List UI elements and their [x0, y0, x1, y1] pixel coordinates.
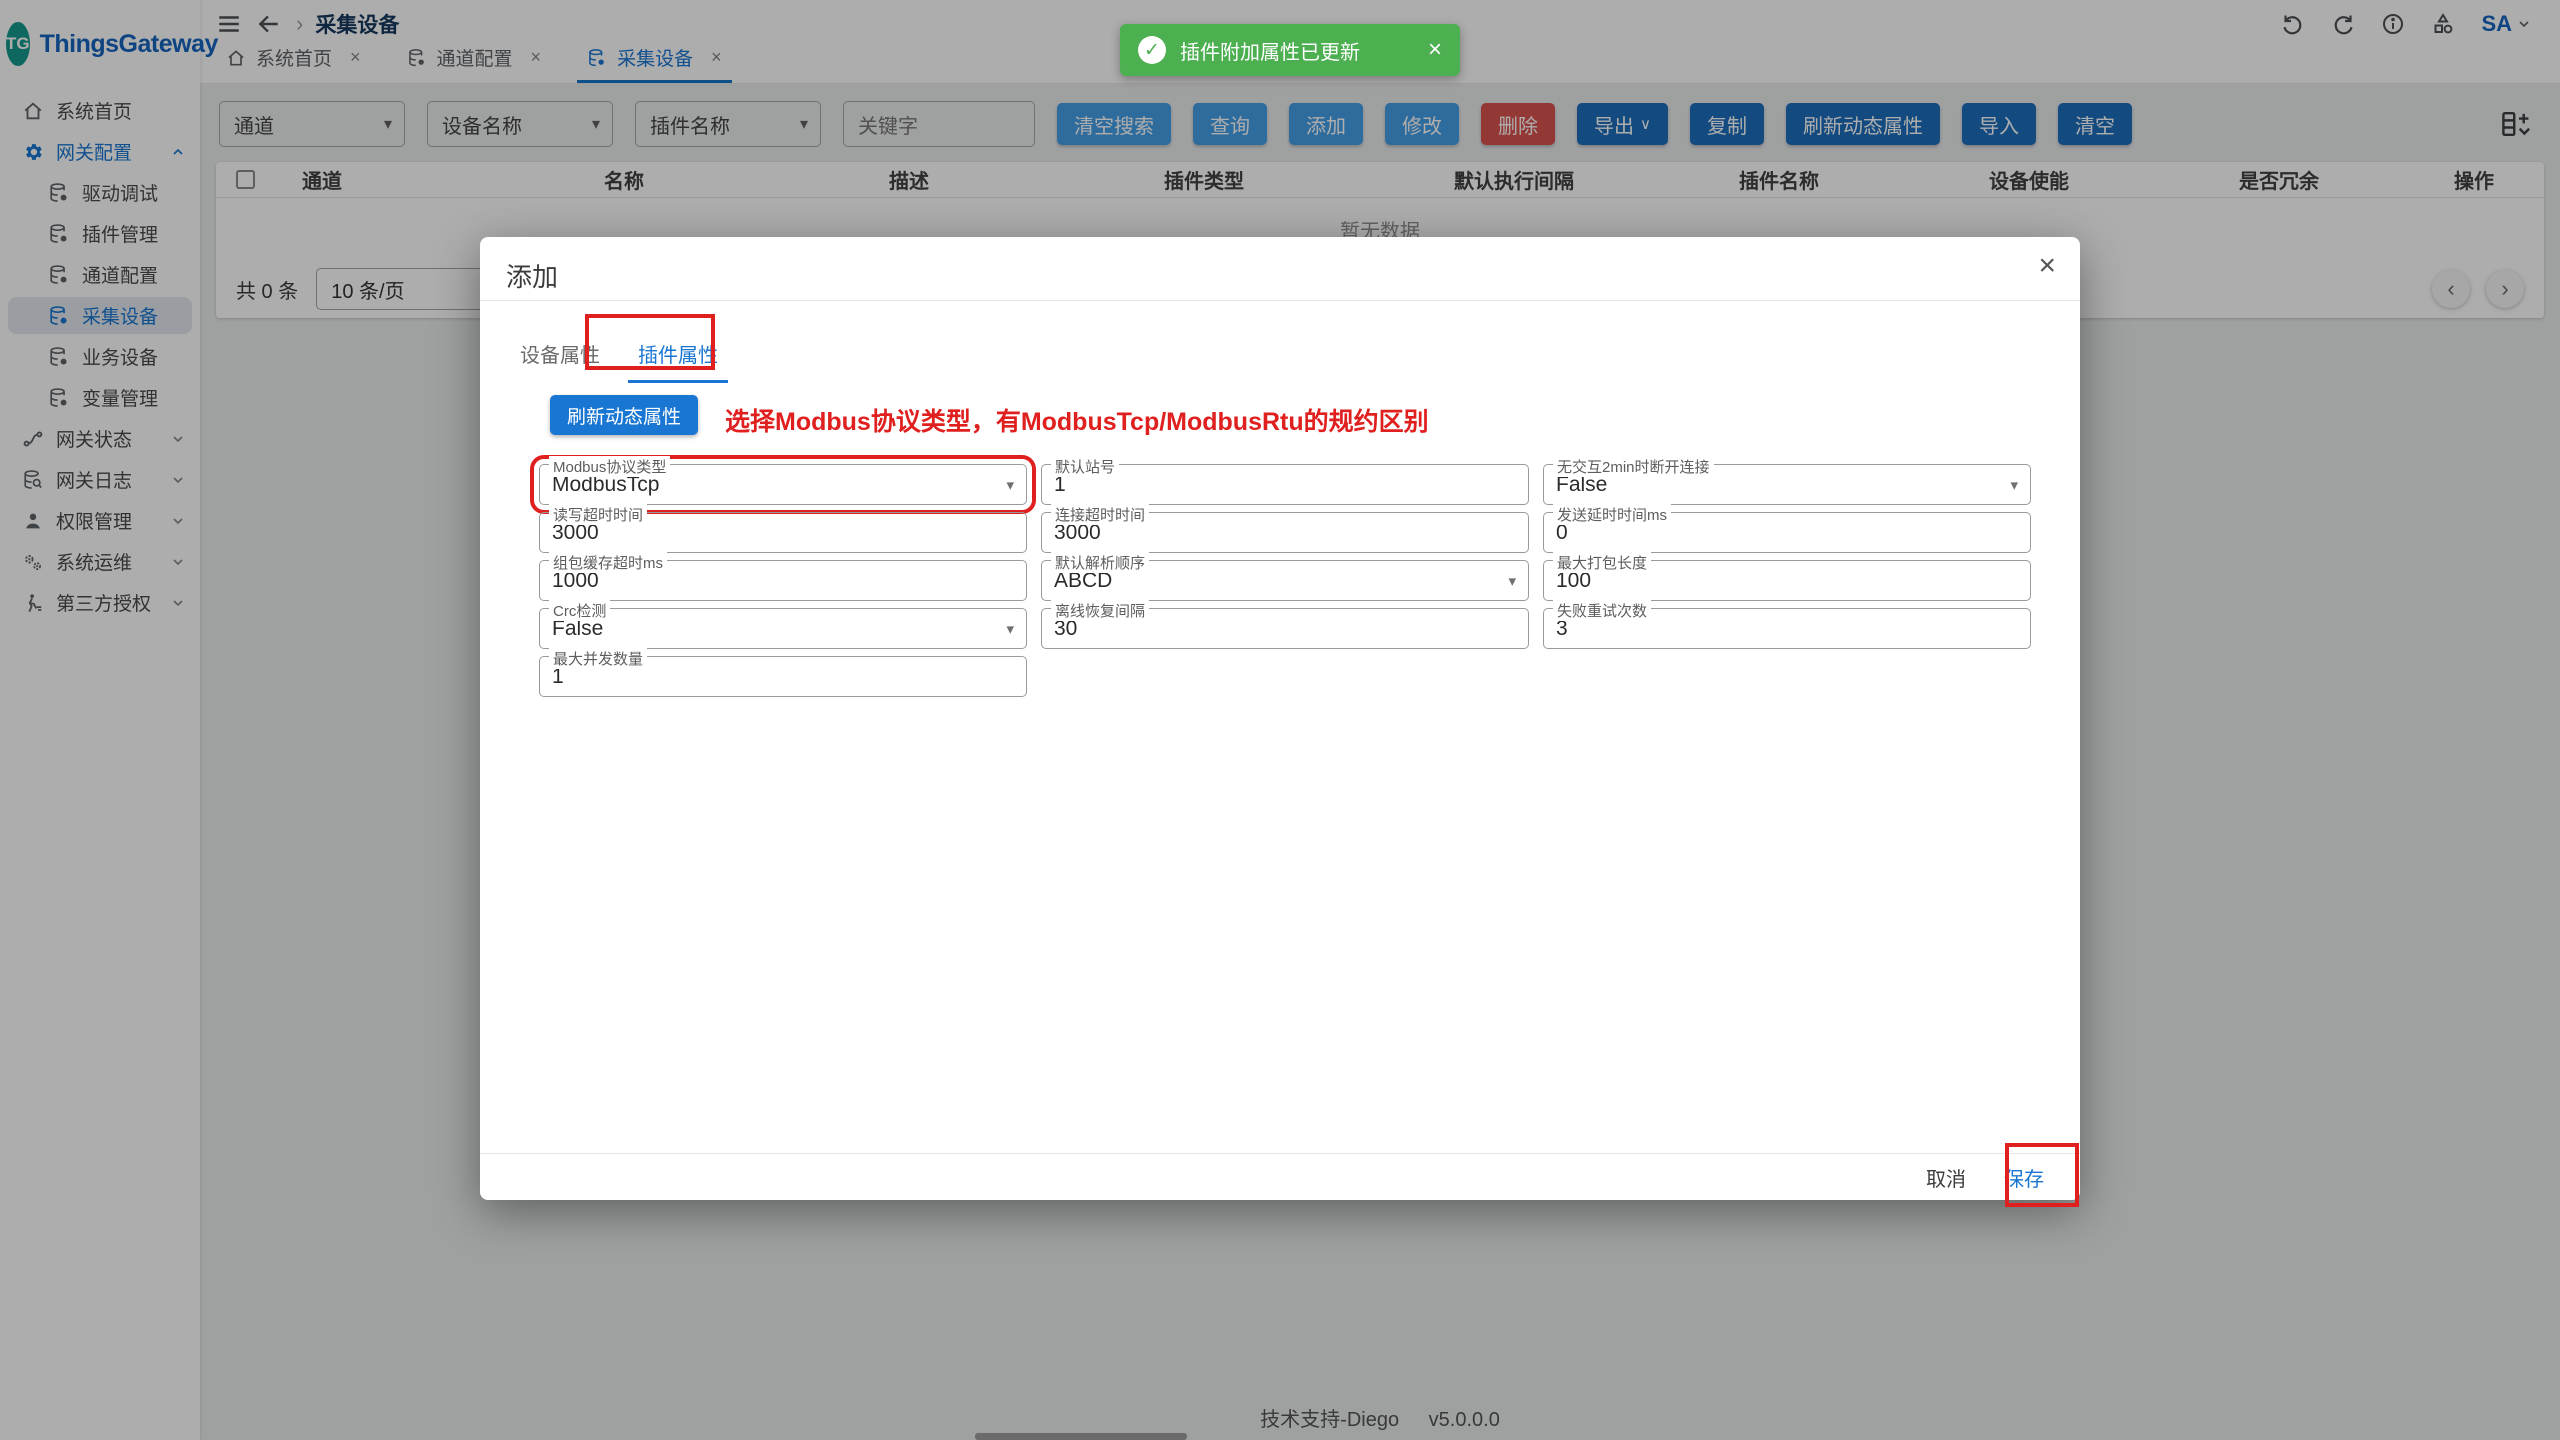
field-max-concurrency[interactable]: 最大并发数量 1	[539, 656, 1027, 697]
dialog-footer: 取消 保存	[480, 1154, 2080, 1200]
tab-plugin-properties[interactable]: 插件属性	[628, 333, 728, 383]
add-device-dialog: 添加 × 设备属性 插件属性 刷新动态属性 选择Modbus协议类型，有Modb…	[480, 237, 2080, 1200]
field-send-delay-ms[interactable]: 发送延时时间ms 0	[1543, 512, 2031, 553]
caret-down-icon: ▾	[1006, 476, 1014, 494]
annotation-text: 选择Modbus协议类型，有ModbusTcp/ModbusRtu的规约区别	[725, 402, 1429, 438]
dialog-title: 添加	[506, 257, 558, 294]
save-button[interactable]: 保存	[2004, 1163, 2044, 1192]
field-retry-count[interactable]: 失败重试次数 3	[1543, 608, 2031, 649]
plugin-properties-form: Modbus协议类型 ModbusTcp ▾ 默认站号 1 无交互2min时断开…	[539, 464, 2031, 697]
success-toast: ✓ 插件附加属性已更新 ×	[1120, 24, 1460, 76]
caret-down-icon: ▾	[2010, 476, 2018, 494]
tab-device-properties[interactable]: 设备属性	[510, 333, 610, 383]
refresh-dynamic-props-dialog-button[interactable]: 刷新动态属性	[550, 395, 698, 435]
field-default-parse-order[interactable]: 默认解析顺序 ABCD ▾	[1041, 560, 1529, 601]
field-max-pack-length[interactable]: 最大打包长度 100	[1543, 560, 2031, 601]
field-pack-cache-timeout-ms[interactable]: 组包缓存超时ms 1000	[539, 560, 1027, 601]
field-connect-timeout[interactable]: 连接超时时间 3000	[1041, 512, 1529, 553]
field-offline-recovery-interval[interactable]: 离线恢复间隔 30	[1041, 608, 1529, 649]
field-default-station[interactable]: 默认站号 1	[1041, 464, 1529, 505]
field-rw-timeout[interactable]: 读写超时时间 3000	[539, 512, 1027, 553]
field-modbus-protocol-type[interactable]: Modbus协议类型 ModbusTcp ▾	[539, 464, 1027, 505]
dialog-tabs: 设备属性 插件属性	[510, 333, 728, 383]
toast-message: 插件附加属性已更新	[1180, 36, 1360, 65]
caret-down-icon: ▾	[1006, 620, 1014, 638]
field-disconnect-when-idle[interactable]: 无交互2min时断开连接 False ▾	[1543, 464, 2031, 505]
cancel-button[interactable]: 取消	[1926, 1163, 1966, 1192]
toast-close-icon[interactable]: ×	[1428, 36, 1442, 64]
dialog-divider	[480, 300, 2080, 301]
check-circle-icon: ✓	[1138, 36, 1166, 64]
caret-down-icon: ▾	[1508, 572, 1516, 590]
dialog-close-icon[interactable]: ×	[2038, 251, 2056, 281]
field-crc-check[interactable]: Crc检测 False ▾	[539, 608, 1027, 649]
